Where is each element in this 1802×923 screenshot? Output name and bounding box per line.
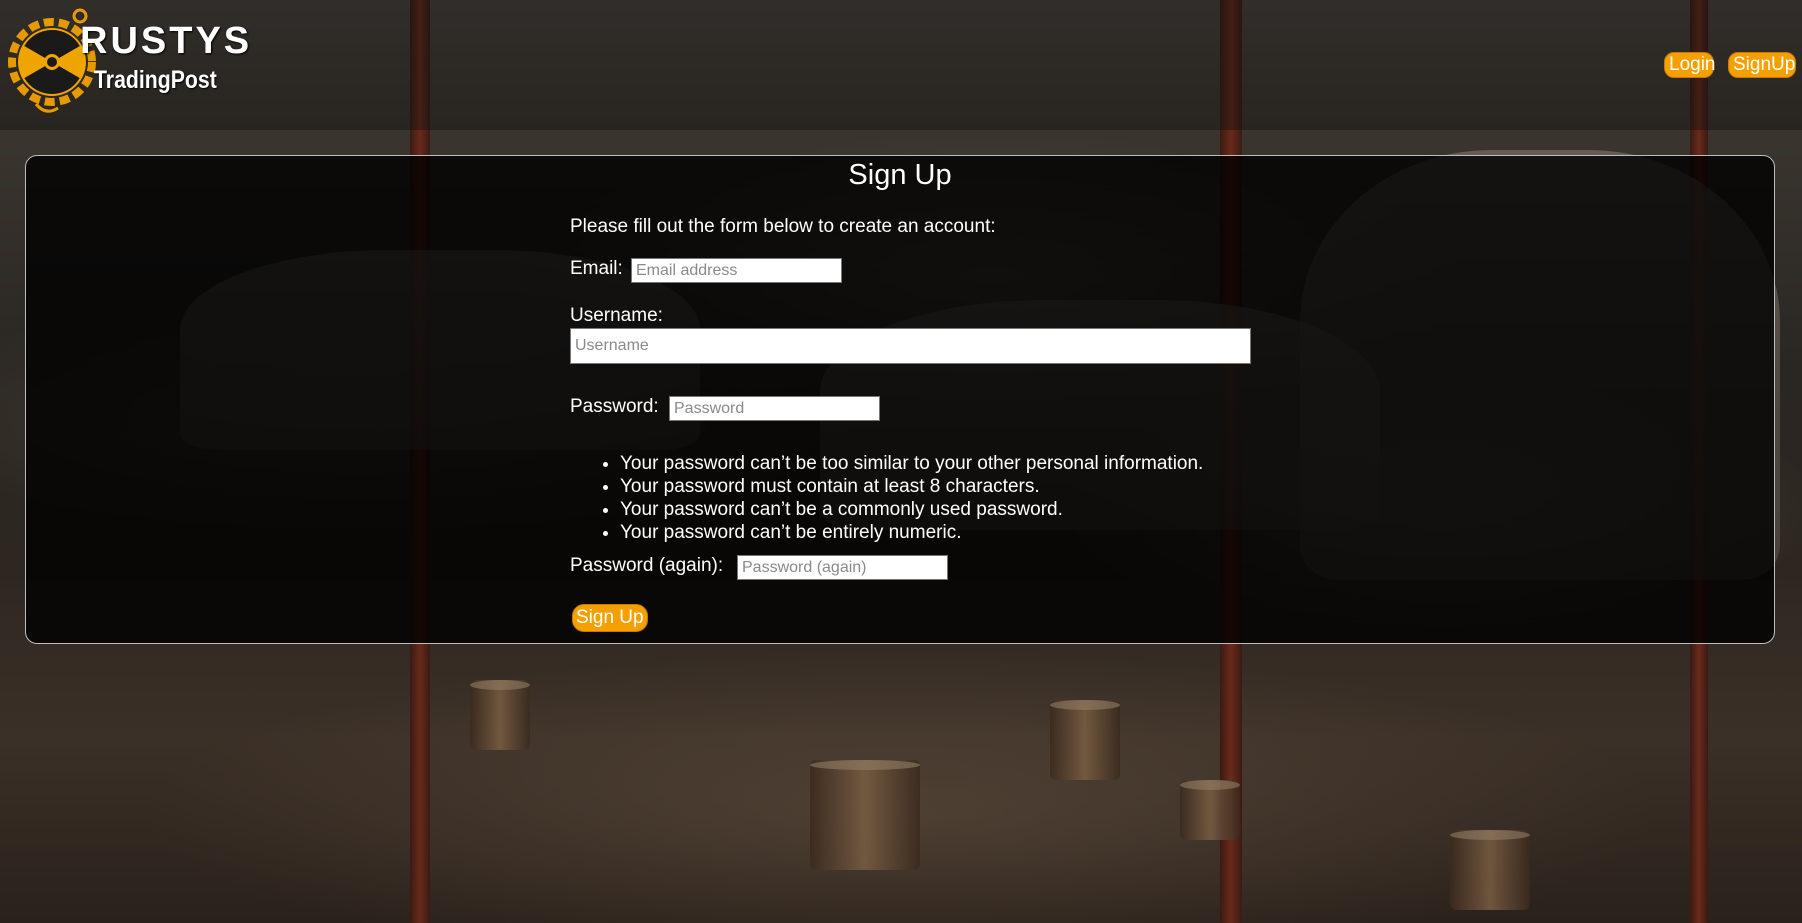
email-field[interactable] [631, 258, 842, 283]
password-rule: Your password can’t be a commonly used p… [620, 498, 1203, 521]
password-field[interactable] [669, 396, 880, 421]
header-bar: RUSTYS TradingPost Login SignUp [0, 0, 1802, 130]
page-title: Sign Up [848, 159, 952, 191]
password-again-label: Password (again): [570, 555, 724, 576]
password-label: Password: [570, 396, 659, 417]
password-rule: Your password must contain at least 8 ch… [620, 475, 1203, 498]
signup-nav-button[interactable]: SignUp [1728, 52, 1796, 78]
background-barrel [810, 760, 920, 870]
background-barrel [1050, 700, 1120, 780]
form-intro-text: Please fill out the form below to create… [570, 216, 996, 237]
background-barrel [470, 680, 530, 750]
email-label: Email: [570, 258, 623, 279]
signup-submit-button[interactable]: Sign Up [572, 604, 648, 632]
password-rule: Your password can’t be entirely numeric. [620, 521, 1203, 544]
password-again-field[interactable] [737, 555, 948, 580]
username-label: Username: [570, 305, 663, 326]
page: RUSTYS TradingPost Login SignUp Sign Up … [0, 0, 1802, 923]
background-barrel [1180, 780, 1240, 840]
background-barrel [1450, 830, 1530, 910]
login-button[interactable]: Login [1664, 52, 1716, 78]
brand-name[interactable]: RUSTYS [80, 20, 252, 63]
brand-subtitle[interactable]: TradingPost [94, 66, 217, 95]
password-rules-list: Your password can’t be too similar to yo… [570, 452, 1203, 544]
password-rule: Your password can’t be too similar to yo… [620, 452, 1203, 475]
signup-panel: Sign Up Please fill out the form below t… [25, 155, 1775, 644]
username-field[interactable] [570, 328, 1251, 364]
